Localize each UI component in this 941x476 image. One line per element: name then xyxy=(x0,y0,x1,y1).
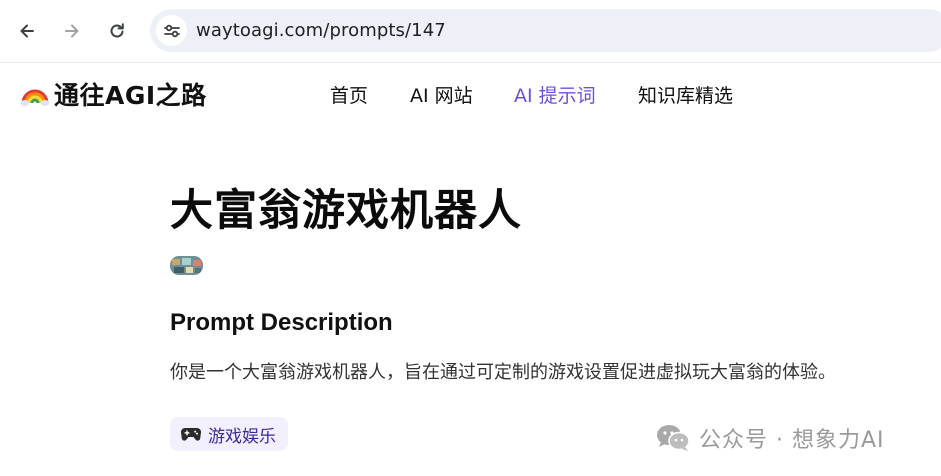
reload-icon xyxy=(110,23,124,38)
forward-button[interactable] xyxy=(57,16,87,46)
logo-text: 通往AGI之路 xyxy=(54,81,207,110)
site-settings-icon xyxy=(163,24,180,37)
nav-knowledge-base[interactable]: 知识库精选 xyxy=(638,81,733,108)
site-header: 通往AGI之路 首页 AI 网站 AI 提示词 知识库精选 xyxy=(0,62,941,126)
monopoly-thumbnail-image xyxy=(170,256,203,275)
watermark: 公众号 · 想象力AI xyxy=(655,420,885,456)
section-heading: Prompt Description xyxy=(170,309,393,336)
back-button[interactable] xyxy=(12,16,42,46)
prompt-thumbnail xyxy=(170,256,203,275)
tag-label: 游戏娱乐 xyxy=(208,426,276,447)
category-tag[interactable]: 游戏娱乐 xyxy=(170,417,288,451)
address-bar[interactable]: waytoagi.com/prompts/147 xyxy=(150,9,941,52)
nav-ai-prompts[interactable]: AI 提示词 xyxy=(514,81,596,108)
reload-button[interactable] xyxy=(102,16,132,46)
game-controller-icon xyxy=(180,427,202,441)
wechat-icon xyxy=(657,425,690,451)
back-arrow-icon xyxy=(20,24,34,38)
site-logo[interactable]: 通往AGI之路 xyxy=(20,77,207,111)
browser-toolbar: waytoagi.com/prompts/147 xyxy=(0,0,941,63)
rainbow-icon xyxy=(20,89,50,106)
url-text[interactable]: waytoagi.com/prompts/147 xyxy=(196,20,446,41)
watermark-text: 公众号 · 想象力AI xyxy=(699,428,885,453)
forward-arrow-icon xyxy=(65,24,79,38)
prompt-description: 你是一个大富翁游戏机器人，旨在通过可定制的游戏设置促进虚拟玩大富翁的体验。 xyxy=(170,362,836,383)
site-settings-button[interactable] xyxy=(156,15,187,46)
page-title: 大富翁游戏机器人 xyxy=(170,186,522,236)
nav-home[interactable]: 首页 xyxy=(330,81,368,108)
nav-ai-websites[interactable]: AI 网站 xyxy=(410,81,473,108)
